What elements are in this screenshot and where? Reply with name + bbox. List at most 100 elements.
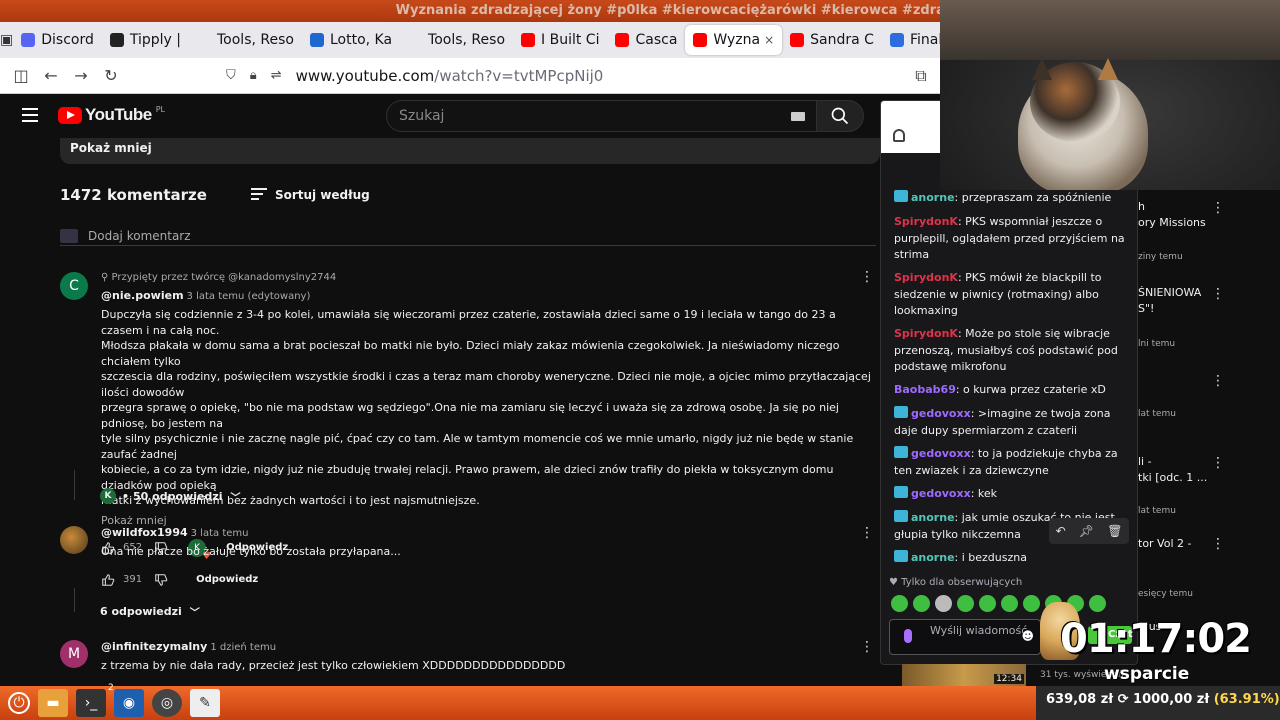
chat-username[interactable]: gedovoxx xyxy=(911,407,971,420)
chat-message[interactable]: SpirydonK: Może po stole się wibracje pr… xyxy=(894,326,1126,376)
recommendation-menu-icon[interactable]: ⋮ xyxy=(1211,456,1225,470)
comment-author[interactable]: @wildfox1994 3 lata temu xyxy=(101,526,880,539)
sort-button[interactable]: Sortuj według xyxy=(250,187,370,203)
obs-icon[interactable]: ◎ xyxy=(152,689,182,717)
subscriber-badge-icon[interactable] xyxy=(894,510,908,522)
chat-username[interactable]: Baobab69 xyxy=(894,383,956,396)
start-menu-icon[interactable]: ⏻ xyxy=(8,692,30,714)
forward-icon[interactable]: → xyxy=(66,61,96,91)
permissions-icon[interactable]: ⇌ xyxy=(271,68,282,83)
browser-tab[interactable]: FinalBlac xyxy=(882,25,940,55)
comment-menu-icon[interactable]: ⋮ xyxy=(860,526,874,540)
chat-message[interactable]: gedovoxx: to ja podziekuje chyba za ten … xyxy=(894,446,1126,479)
recommendation-menu-icon[interactable]: ⋮ xyxy=(1211,537,1225,551)
close-tab-icon[interactable]: × xyxy=(764,33,774,47)
browser-tab[interactable]: Sandra C xyxy=(782,25,882,55)
pin-icon[interactable]: 📌︎ xyxy=(1079,524,1094,538)
emoji-icon[interactable]: ☻ xyxy=(1021,630,1034,643)
chat-username[interactable]: gedovoxx xyxy=(911,487,971,500)
chat-message[interactable]: Baobab69: o kurwa przez czaterie xD xyxy=(894,382,1126,399)
description-show-less[interactable]: Pokaż mniej xyxy=(60,138,880,164)
video-thumbnail[interactable]: 12:34 xyxy=(902,664,1026,686)
browser-tab[interactable]: Discord xyxy=(13,25,102,55)
avatar[interactable]: C xyxy=(60,272,88,300)
browser-tab[interactable]: Casca xyxy=(607,25,685,55)
recommendation-title[interactable]: ory Missions xyxy=(1138,216,1208,229)
subscriber-badge-icon[interactable] xyxy=(894,550,908,562)
text-editor-icon[interactable]: ✎ xyxy=(190,689,220,717)
search-input[interactable]: Szukaj xyxy=(386,100,820,132)
view-replies-button[interactable]: 6 odpowiedzi ﹀ xyxy=(100,604,200,619)
comment-time[interactable]: 1 dzień temu xyxy=(210,642,276,653)
emote-icon[interactable] xyxy=(935,595,952,612)
chat-username[interactable]: gedovoxx xyxy=(911,447,971,460)
browser-tab[interactable]: Tools, Reso xyxy=(189,25,302,55)
shield-icon[interactable] xyxy=(893,129,905,142)
show-less-link[interactable]: Pokaż mniej xyxy=(101,514,880,527)
author-name[interactable]: @wildfox1994 xyxy=(101,526,188,539)
delete-icon[interactable]: 🗑︎ xyxy=(1107,524,1122,538)
back-icon[interactable]: ← xyxy=(36,61,66,91)
browser-tab[interactable]: Tipply | xyxy=(102,25,189,55)
youtube-logo[interactable]: YouTube PL xyxy=(58,105,165,125)
chat-message[interactable]: gedovoxx: kek xyxy=(894,486,1126,503)
tab-list-icon[interactable]: ▣ xyxy=(0,22,13,58)
emote-icon[interactable] xyxy=(1001,595,1018,612)
recommendation-title[interactable]: ŚNIENIOWA xyxy=(1138,286,1208,299)
sidebar-toggle-icon[interactable]: ◫ xyxy=(6,61,36,91)
browser-tab[interactable]: Tools, Reso xyxy=(400,25,513,55)
comment-menu-icon[interactable]: ⋮ xyxy=(860,640,874,654)
shield-icon[interactable]: ⛉ xyxy=(226,68,236,83)
comment-author[interactable]: @nie.powiem 3 lata temu (edytowany) xyxy=(101,289,880,302)
recommendation-title[interactable]: li - xyxy=(1138,455,1208,468)
browser-tab[interactable]: Lotto, Ka xyxy=(302,25,400,55)
menu-icon[interactable] xyxy=(22,108,38,122)
chat-username[interactable]: SpirydonK xyxy=(894,215,958,228)
recommendation-title[interactable]: h xyxy=(1138,200,1208,213)
chat-message[interactable]: anorne: przepraszam za spóźnienie xyxy=(894,190,1126,207)
avatar[interactable]: M xyxy=(60,640,88,668)
subscriber-badge-icon[interactable] xyxy=(894,190,908,202)
chat-message-input[interactable]: Wyślij wiadomość ☻ xyxy=(889,619,1041,655)
dislike-icon[interactable] xyxy=(154,573,168,587)
recommendation-menu-icon[interactable]: ⋮ xyxy=(1211,374,1225,388)
subscriber-badge-icon[interactable] xyxy=(894,486,908,498)
terminal-icon[interactable]: ›_ xyxy=(76,689,106,717)
emote-icon[interactable] xyxy=(957,595,974,612)
recommendation-menu-icon[interactable]: ⋮ xyxy=(1211,287,1225,301)
keyboard-icon[interactable] xyxy=(791,112,805,121)
comment-author[interactable]: @infinitezymalny 1 dzień temu xyxy=(101,640,880,653)
reply-button[interactable]: Odpowiedz xyxy=(196,574,258,585)
recommendation-menu-icon[interactable]: ⋮ xyxy=(1211,201,1225,215)
chat-message[interactable]: SpirydonK: PKS mówił że blackpill to sie… xyxy=(894,270,1126,320)
emote-icon[interactable] xyxy=(913,595,930,612)
chat-username[interactable]: anorne xyxy=(911,191,955,204)
reload-icon[interactable]: ↻ xyxy=(96,61,126,91)
chat-username[interactable]: SpirydonK xyxy=(894,327,958,340)
chat-username[interactable]: SpirydonK xyxy=(894,271,958,284)
search-button[interactable] xyxy=(816,100,864,132)
subscriber-badge-icon[interactable] xyxy=(894,446,908,458)
microphone-icon[interactable] xyxy=(904,629,912,643)
firefox-icon[interactable]: ◉ 2 xyxy=(108,683,144,717)
lock-icon[interactable]: 🔒︎ xyxy=(250,68,257,83)
emote-icon[interactable] xyxy=(1023,595,1040,612)
chat-message[interactable]: anorne: i bezduszna xyxy=(894,550,1126,567)
chat-username[interactable]: anorne xyxy=(911,511,955,524)
emote-icon[interactable] xyxy=(1089,595,1106,612)
emote-icon[interactable] xyxy=(979,595,996,612)
reply-icon[interactable]: ↶ xyxy=(1056,524,1066,538)
author-name[interactable]: @infinitezymalny xyxy=(101,640,207,653)
like-icon[interactable] xyxy=(101,573,115,587)
add-comment-input[interactable]: Dodaj komentarz xyxy=(60,226,876,246)
translate-icon[interactable]: ⧉ xyxy=(906,61,936,91)
emote-icon[interactable] xyxy=(891,595,908,612)
chat-message[interactable]: gedovoxx: >imagine ze twoja zona daje du… xyxy=(894,406,1126,439)
address-bar[interactable]: ⛉ 🔒︎ ⇌ www.youtube.com /watch?v=tvtMPcpN… xyxy=(226,62,906,90)
recommendation-title[interactable]: tki [odc. 1 ... xyxy=(1138,471,1208,484)
recommendation-title[interactable]: S"! xyxy=(1138,302,1208,315)
author-name[interactable]: @nie.powiem xyxy=(101,289,184,302)
avatar[interactable] xyxy=(60,526,88,554)
recommendation-title[interactable]: tor Vol 2 - xyxy=(1138,537,1208,550)
subscriber-badge-icon[interactable] xyxy=(894,406,908,418)
